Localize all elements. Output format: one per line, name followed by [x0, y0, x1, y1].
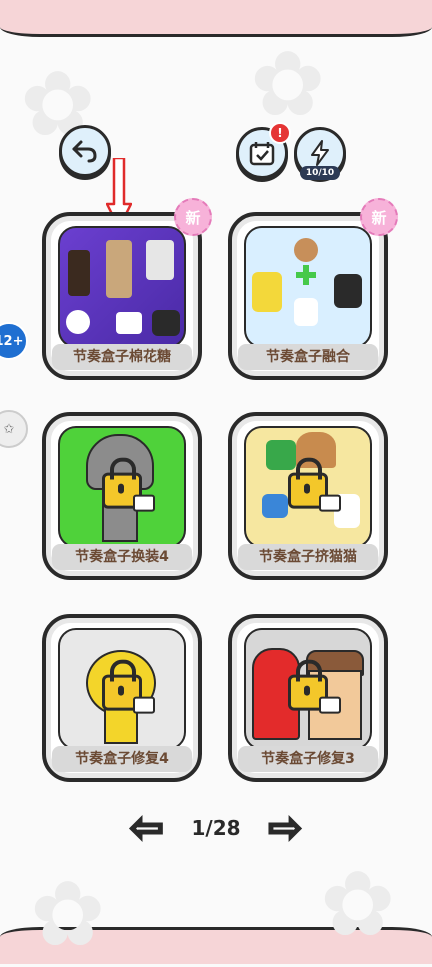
game-card[interactable]: 节奏盒子挤猫猫: [228, 412, 388, 580]
video-ad-icon: [319, 696, 341, 714]
video-ad-icon: [133, 696, 155, 714]
background-doodle: ✿: [320, 852, 396, 957]
undo-arrow-icon: [72, 140, 97, 163]
game-title: 节奏盒子挤猫猫: [238, 544, 378, 570]
pagination: ⇦ 1/28 ⇨: [129, 807, 304, 850]
new-badge: 新: [360, 198, 398, 236]
game-card[interactable]: 节奏盒子修复3: [228, 614, 388, 782]
game-title: 节奏盒子融合: [238, 344, 378, 370]
background-doodle: ✿: [250, 32, 326, 137]
new-badge: 新: [174, 198, 212, 236]
page-indicator: 1/28: [191, 816, 241, 840]
top-banner: [0, 0, 432, 37]
game-thumbnail: [58, 628, 186, 750]
game-title: 节奏盒子修复3: [238, 746, 378, 772]
game-thumbnail: [244, 426, 372, 548]
energy-button[interactable]: 10/10: [294, 127, 346, 180]
game-card[interactable]: 节奏盒子修复4: [42, 614, 202, 782]
lock-icon: [288, 457, 341, 512]
game-card[interactable]: 节奏盒子融合 新: [228, 198, 398, 380]
game-title: 节奏盒子棉花糖: [52, 344, 192, 370]
calendar-icon: [249, 142, 275, 166]
star-badge-icon[interactable]: ✩: [0, 410, 28, 448]
notification-badge: !: [269, 122, 291, 144]
lock-icon: [288, 659, 341, 714]
game-thumbnail: [244, 226, 372, 348]
lightning-icon: [311, 140, 329, 166]
energy-count: 10/10: [300, 166, 340, 180]
daily-calendar-button[interactable]: !: [236, 122, 291, 179]
video-ad-icon: [133, 494, 155, 512]
game-card[interactable]: 节奏盒子换装4: [42, 412, 202, 580]
video-ad-icon: [319, 494, 341, 512]
age-rating-badge: 12+: [0, 322, 28, 360]
game-title: 节奏盒子修复4: [52, 746, 192, 772]
game-title: 节奏盒子换装4: [52, 544, 192, 570]
game-card[interactable]: 节奏盒子棉花糖 新: [42, 198, 212, 380]
back-button[interactable]: [59, 125, 111, 177]
game-thumbnail: [244, 628, 372, 750]
lock-icon: [102, 659, 155, 714]
game-thumbnail: [58, 226, 186, 348]
game-thumbnail: [58, 426, 186, 548]
next-page-button[interactable]: ⇨: [267, 807, 303, 850]
background-doodle: ✿: [30, 862, 106, 967]
lock-icon: [102, 457, 155, 512]
previous-page-button[interactable]: ⇦: [129, 807, 165, 850]
